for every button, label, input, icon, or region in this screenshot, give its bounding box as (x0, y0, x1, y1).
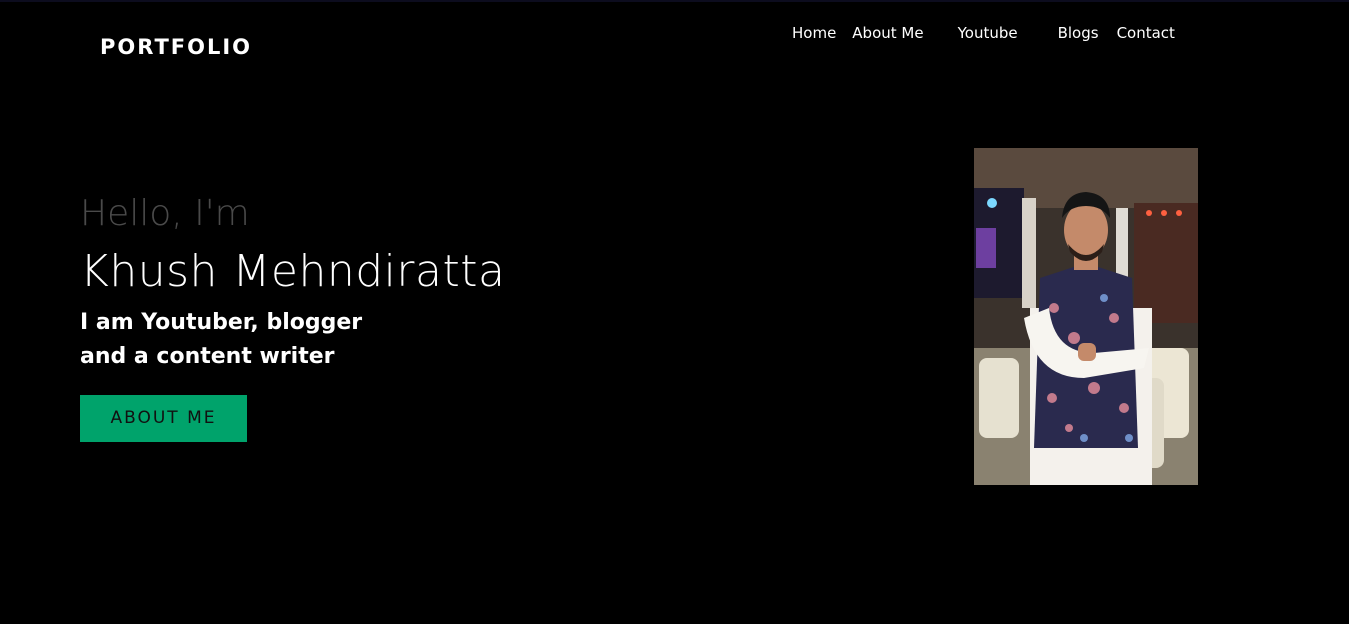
nav-youtube[interactable]: Youtube (958, 24, 1018, 42)
top-border (0, 0, 1349, 2)
hero-name: Khush Mehndiratta (80, 246, 506, 297)
main-nav: Home About Me Youtube Blogs Contact (792, 24, 1175, 42)
hero-tagline-line2: and a content writer (80, 344, 335, 369)
about-me-button[interactable]: ABOUT ME (80, 395, 247, 442)
portrait-photo-icon (974, 148, 1198, 485)
nav-blogs[interactable]: Blogs (1058, 24, 1099, 42)
nav-contact[interactable]: Contact (1117, 24, 1175, 42)
nav-home[interactable]: Home (792, 24, 836, 42)
site-logo[interactable]: PORTFOLIO (100, 35, 252, 59)
hero-section: Hello, I'm Khush Mehndiratta I am Youtub… (80, 190, 505, 442)
hero-tagline-line1: I am Youtuber, blogger (80, 310, 363, 335)
hero-tagline: I am Youtuber, blogger and a content wri… (80, 306, 505, 374)
hero-greeting: Hello, I'm (80, 193, 250, 234)
profile-photo (974, 148, 1198, 485)
nav-about-me[interactable]: About Me (852, 24, 923, 42)
